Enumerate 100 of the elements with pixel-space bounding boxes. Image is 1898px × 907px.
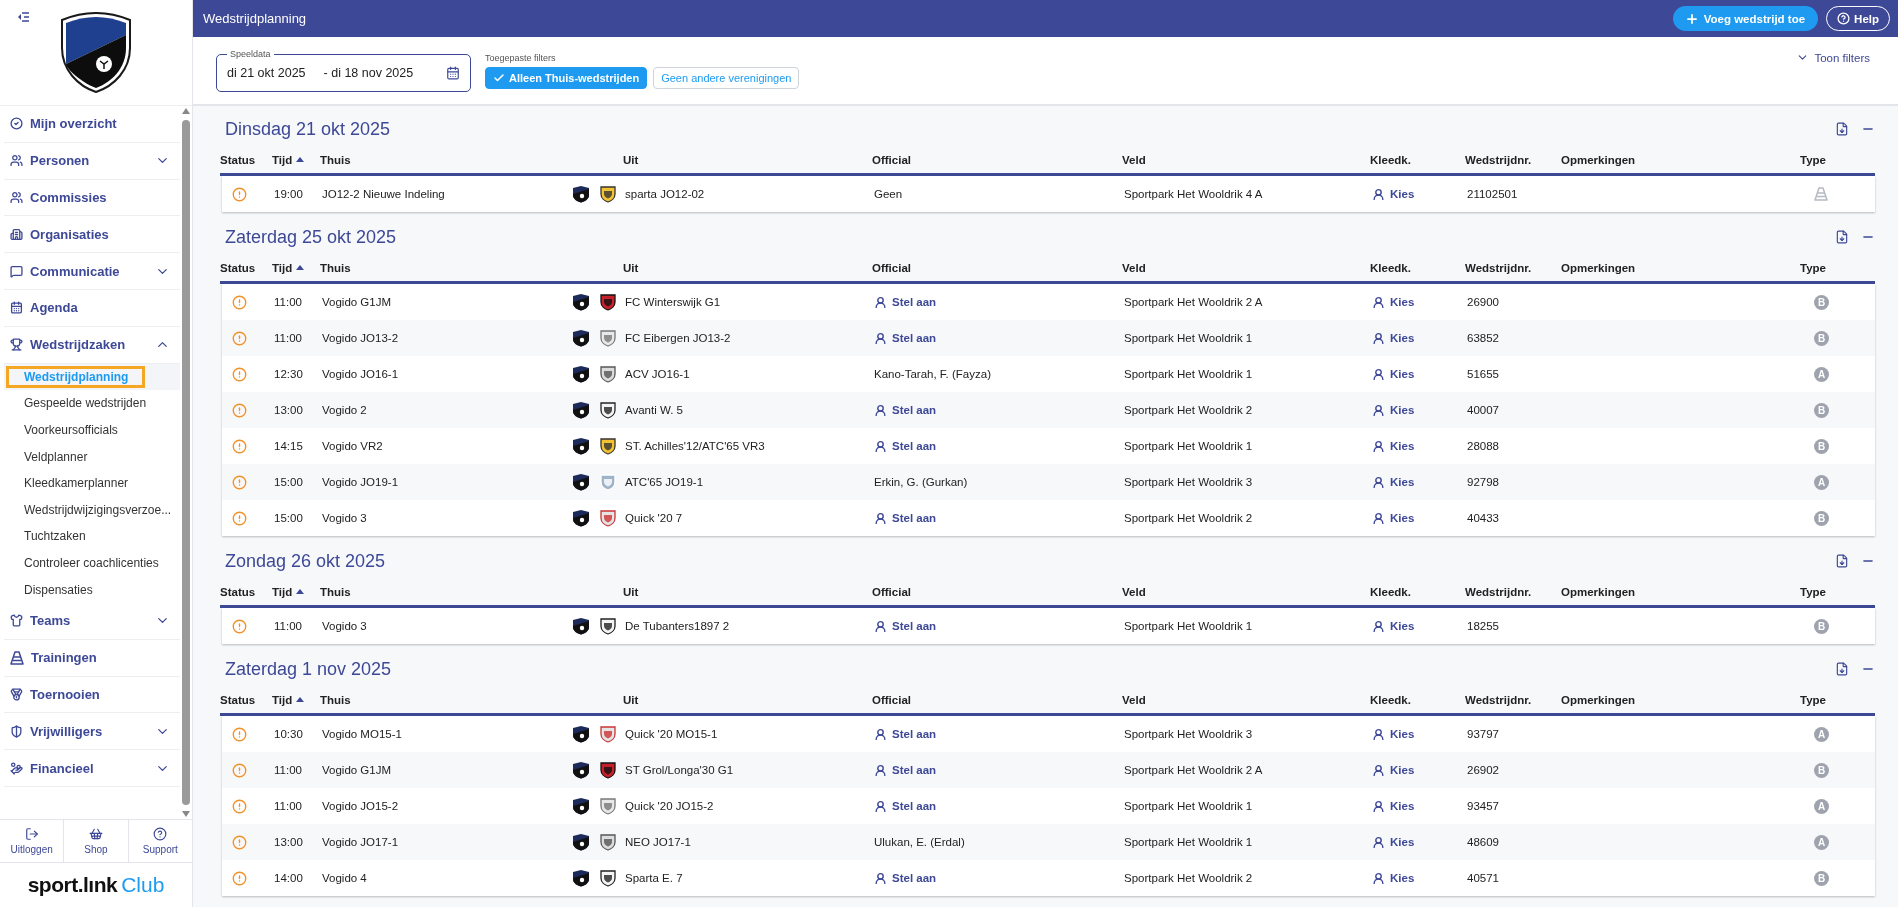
nav-subitem[interactable]: Kleedkamerplanner: [4, 469, 180, 497]
column-header[interactable]: Kleedk.: [1370, 693, 1465, 706]
sort-ascending-icon[interactable]: [296, 265, 305, 270]
column-header[interactable]: Type: [1800, 585, 1875, 598]
nav-item[interactable]: Communicatie: [4, 253, 180, 290]
nav-item[interactable]: Personen: [4, 142, 180, 180]
column-header[interactable]: Status: [220, 693, 272, 706]
choose-room-button[interactable]: Kies: [1372, 835, 1415, 849]
nav-subitem[interactable]: Dispensaties: [4, 576, 180, 603]
calendar-icon[interactable]: [446, 66, 460, 80]
column-header[interactable]: Kleedk.: [1370, 153, 1465, 166]
nav-item[interactable]: Financieel: [4, 750, 180, 787]
column-header[interactable]: Wedstrijdnr.: [1465, 153, 1561, 166]
choose-room-button[interactable]: Kies: [1372, 331, 1415, 345]
choose-room-button[interactable]: Kies: [1372, 763, 1415, 777]
column-header[interactable]: Status: [220, 261, 272, 274]
column-header[interactable]: Opmerkingen: [1561, 693, 1800, 706]
sort-ascending-icon[interactable]: [296, 589, 305, 594]
column-header[interactable]: Wedstrijdnr.: [1465, 261, 1561, 274]
column-header[interactable]: Thuis: [320, 585, 570, 598]
choose-room-button[interactable]: Kies: [1372, 619, 1415, 633]
nav-subitem[interactable]: Veldplanner: [4, 443, 180, 470]
assign-official-button[interactable]: Stel aan: [874, 403, 937, 417]
assign-official-button[interactable]: Stel aan: [874, 331, 937, 345]
nav-subitem[interactable]: Tuchtzaken: [4, 523, 180, 550]
choose-room-button[interactable]: Kies: [1372, 727, 1415, 741]
collapse-menu-icon[interactable]: [17, 12, 29, 22]
choose-room-button[interactable]: Kies: [1372, 403, 1415, 417]
column-header[interactable]: Opmerkingen: [1561, 261, 1800, 274]
choose-room-button[interactable]: Kies: [1372, 187, 1415, 201]
column-header[interactable]: Official: [872, 261, 1122, 274]
column-header[interactable]: Wedstrijdnr.: [1465, 693, 1561, 706]
column-header[interactable]: Official: [872, 585, 1122, 598]
column-header[interactable]: Opmerkingen: [1561, 153, 1800, 166]
column-header[interactable]: Opmerkingen: [1561, 585, 1800, 598]
export-button[interactable]: [1835, 554, 1849, 568]
column-header[interactable]: Veld: [1122, 153, 1370, 166]
column-header[interactable]: Tijd: [272, 585, 320, 598]
choose-room-button[interactable]: Kies: [1372, 295, 1415, 309]
nav-item[interactable]: Teams: [4, 602, 180, 640]
assign-official-button[interactable]: Stel aan: [874, 763, 937, 777]
column-header[interactable]: Official: [872, 693, 1122, 706]
choose-room-button[interactable]: Kies: [1372, 367, 1415, 381]
nav-item[interactable]: Mijn overzicht: [4, 106, 180, 143]
nav-subitem[interactable]: Voorkeursofficials: [4, 416, 180, 444]
assign-official-button[interactable]: Stel aan: [874, 295, 937, 309]
assign-official-button[interactable]: Stel aan: [874, 871, 937, 885]
nav-item[interactable]: Wedstrijdzaken: [4, 326, 180, 364]
column-header[interactable]: Wedstrijdnr.: [1465, 585, 1561, 598]
choose-room-button[interactable]: Kies: [1372, 799, 1415, 813]
column-header[interactable]: Uit: [623, 261, 872, 274]
column-header[interactable]: Tijd: [272, 261, 320, 274]
column-header[interactable]: Thuis: [320, 153, 570, 166]
column-header[interactable]: Official: [872, 153, 1122, 166]
column-header[interactable]: Type: [1800, 153, 1875, 166]
nav-item[interactable]: Agenda: [4, 290, 180, 327]
export-button[interactable]: [1835, 662, 1849, 676]
date-range-field[interactable]: Speeldata di 21 okt 2025 - di 18 nov 2025: [216, 49, 471, 92]
column-header[interactable]: Veld: [1122, 261, 1370, 274]
column-header[interactable]: Type: [1800, 693, 1875, 706]
column-header[interactable]: Kleedk.: [1370, 261, 1465, 274]
nav-item[interactable]: Toernooien: [4, 676, 180, 714]
assign-official-button[interactable]: Stel aan: [874, 799, 937, 813]
column-header[interactable]: Uit: [623, 585, 872, 598]
nav-item[interactable]: Organisaties: [4, 216, 180, 254]
column-header[interactable]: Tijd: [272, 153, 320, 166]
nav-subitem[interactable]: Wedstrijdwijzigingsverzoe...: [4, 496, 180, 524]
export-button[interactable]: [1835, 122, 1849, 136]
choose-room-button[interactable]: Kies: [1372, 439, 1415, 453]
column-header[interactable]: Uit: [623, 693, 872, 706]
column-header[interactable]: Veld: [1122, 693, 1370, 706]
sort-ascending-icon[interactable]: [296, 697, 305, 702]
assign-official-button[interactable]: Stel aan: [874, 511, 937, 525]
nav-subitem[interactable]: Gespeelde wedstrijden: [4, 390, 180, 417]
scroll-down-icon[interactable]: [182, 811, 190, 817]
column-header[interactable]: Type: [1800, 261, 1875, 274]
column-header[interactable]: Uit: [623, 153, 872, 166]
home-team-cell-text: Vogido MO15-1: [322, 728, 403, 740]
column-header[interactable]: Status: [220, 585, 272, 598]
assign-official-button[interactable]: Stel aan: [874, 439, 937, 453]
choose-room-button[interactable]: Kies: [1372, 475, 1415, 489]
nav-subitem[interactable]: Controleer coachlicenties: [4, 549, 180, 577]
scroll-up-icon[interactable]: [182, 108, 190, 114]
assign-official-button[interactable]: Stel aan: [874, 619, 937, 633]
nav-item[interactable]: Commissies: [4, 179, 180, 217]
column-header[interactable]: Tijd: [272, 693, 320, 706]
choose-room-button[interactable]: Kies: [1372, 871, 1415, 885]
nav-item[interactable]: Vrijwilligers: [4, 713, 180, 751]
column-header[interactable]: Veld: [1122, 585, 1370, 598]
column-header[interactable]: Status: [220, 153, 272, 166]
choose-room-button[interactable]: Kies: [1372, 511, 1415, 525]
column-header[interactable]: Thuis: [320, 261, 570, 274]
column-header[interactable]: Thuis: [320, 693, 570, 706]
nav-item[interactable]: Trainingen: [4, 639, 180, 677]
export-button[interactable]: [1835, 230, 1849, 244]
column-header[interactable]: Kleedk.: [1370, 585, 1465, 598]
assign-official-button[interactable]: Stel aan: [874, 727, 937, 741]
show-filters-button[interactable]: Toon filters: [1796, 51, 1870, 64]
sort-ascending-icon[interactable]: [296, 157, 305, 162]
scrollbar-thumb[interactable]: [182, 120, 190, 805]
